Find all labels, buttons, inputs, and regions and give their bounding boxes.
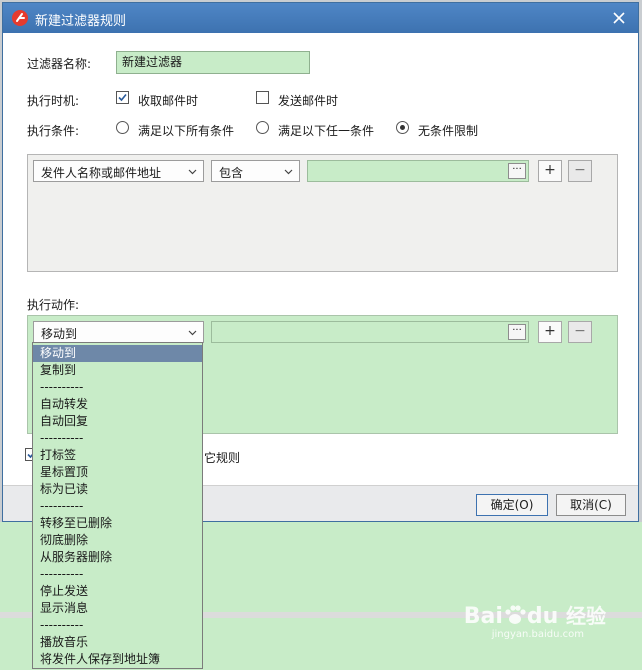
dropdown-item[interactable]: 移动到 <box>33 345 202 362</box>
close-icon[interactable] <box>608 7 630 29</box>
condition-browse-button[interactable]: ··· <box>508 163 526 179</box>
action-browse-button[interactable]: ··· <box>508 324 526 340</box>
dropdown-item[interactable]: 从服务器删除 <box>33 549 202 566</box>
dropdown-separator: ---------- <box>40 431 84 445</box>
condition-remove-button[interactable]: − <box>568 160 592 182</box>
cond-all-radio[interactable] <box>116 121 129 134</box>
dropdown-item[interactable]: 将发件人保存到地址簿 <box>33 651 202 668</box>
timing-label: 执行时机: <box>27 94 80 108</box>
dropdown-item[interactable]: 停止发送 <box>33 583 202 600</box>
dropdown-item[interactable]: 自动转发 <box>33 396 202 413</box>
ok-button[interactable]: 确定(O) <box>476 494 548 516</box>
filter-name-label: 过滤器名称: <box>27 57 92 71</box>
condition-panel: 发件人名称或邮件地址 包含 ··· + − <box>27 154 618 272</box>
dropdown-item[interactable]: 彻底删除 <box>33 532 202 549</box>
timing-send-label[interactable]: 发送邮件时 <box>278 92 338 109</box>
dropdown-separator: ---------- <box>40 380 84 394</box>
cond-all-label[interactable]: 满足以下所有条件 <box>138 122 234 139</box>
watermark-brand-2: du <box>526 604 559 629</box>
condition-operator-value: 包含 <box>219 166 244 180</box>
action-select[interactable]: 移动到 <box>33 321 204 343</box>
cond-none-label[interactable]: 无条件限制 <box>418 122 478 139</box>
chevron-down-icon <box>188 169 197 175</box>
condition-value-input[interactable]: ··· <box>307 160 529 182</box>
paw-icon <box>505 605 526 624</box>
timing-receive-checkbox[interactable] <box>116 91 129 104</box>
cond-none-radio[interactable] <box>396 121 409 134</box>
foxmail-logo-icon <box>12 10 28 26</box>
timing-send-checkbox[interactable] <box>256 91 269 104</box>
chevron-down-icon <box>188 330 197 336</box>
chevron-down-icon <box>284 169 293 175</box>
condition-add-button[interactable]: + <box>538 160 562 182</box>
dropdown-item[interactable]: 星标置顶 <box>33 464 202 481</box>
dropdown-item[interactable]: 复制到 <box>33 362 202 379</box>
baidu-jingyan-watermark: Bai du 经验 jingyan.baidu.com <box>464 600 606 640</box>
action-label: 执行动作: <box>27 298 80 312</box>
dropdown-item[interactable]: 播放音乐 <box>33 634 202 651</box>
dropdown-separator: ---------- <box>40 618 84 632</box>
watermark-brand-cn: 经验 <box>566 604 606 628</box>
dropdown-separator: ---------- <box>40 499 84 513</box>
action-remove-button[interactable]: − <box>568 321 592 343</box>
title-bar[interactable]: 新建过滤器规则 <box>3 3 638 33</box>
dropdown-separator: ---------- <box>40 567 84 581</box>
condition-field-value: 发件人名称或邮件地址 <box>41 166 162 180</box>
condition-operator-select[interactable]: 包含 <box>211 160 300 182</box>
filter-name-input[interactable]: 新建过滤器 <box>116 51 310 74</box>
watermark-url: jingyan.baidu.com <box>491 629 585 640</box>
other-rules-label[interactable]: 它规则 <box>204 449 240 466</box>
condition-label: 执行条件: <box>27 124 80 138</box>
dropdown-item[interactable]: 转移至已删除 <box>33 515 202 532</box>
action-dropdown-list[interactable]: 移动到 复制到 ---------- 自动转发 自动回复 ---------- 打标签 星标置… <box>32 342 203 669</box>
watermark-brand: Bai <box>463 604 503 629</box>
dropdown-item[interactable]: 打标签 <box>33 447 202 464</box>
action-select-value: 移动到 <box>41 327 78 341</box>
action-add-button[interactable]: + <box>538 321 562 343</box>
condition-field-select[interactable]: 发件人名称或邮件地址 <box>33 160 204 182</box>
action-target-input[interactable]: ··· <box>211 321 529 343</box>
dropdown-item[interactable]: 自动回复 <box>33 413 202 430</box>
timing-receive-label[interactable]: 收取邮件时 <box>138 92 198 109</box>
dropdown-item[interactable]: 显示消息 <box>33 600 202 617</box>
dialog-title: 新建过滤器规则 <box>35 14 127 29</box>
check-icon <box>118 93 127 102</box>
cond-any-radio[interactable] <box>256 121 269 134</box>
cancel-button[interactable]: 取消(C) <box>556 494 626 516</box>
cond-any-label[interactable]: 满足以下任一条件 <box>278 122 374 139</box>
dropdown-item[interactable]: 标为已读 <box>33 481 202 498</box>
